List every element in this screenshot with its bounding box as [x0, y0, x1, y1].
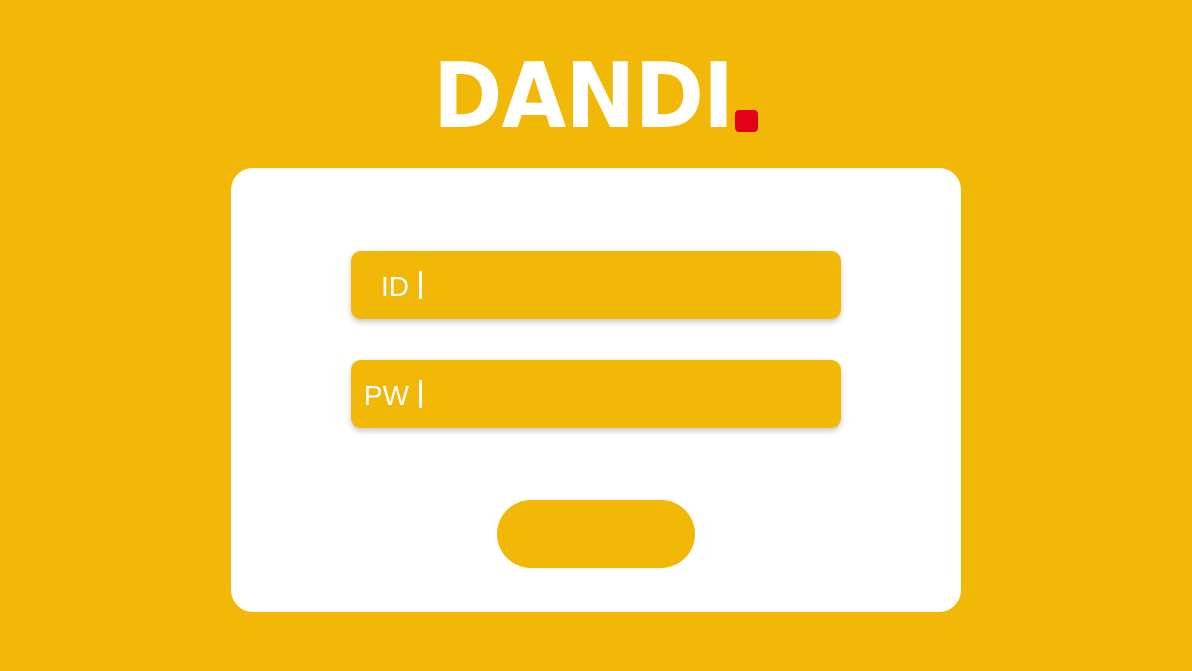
id-label: ID	[381, 271, 409, 302]
dandi-logo: DANDI	[433, 46, 758, 142]
logo-red-dot	[735, 110, 758, 132]
logo-text: DANDI	[433, 44, 734, 149]
pw-divider	[419, 380, 422, 408]
pw-field[interactable]: PW	[351, 360, 841, 428]
id-input[interactable]	[434, 265, 825, 305]
pw-input[interactable]	[434, 374, 825, 414]
id-divider	[419, 271, 422, 299]
pw-label: PW	[363, 380, 409, 411]
login-button[interactable]	[497, 500, 695, 568]
id-field[interactable]: ID	[351, 251, 841, 319]
login-page: DANDI ID PW	[0, 0, 1192, 671]
login-card: ID PW	[231, 168, 961, 612]
